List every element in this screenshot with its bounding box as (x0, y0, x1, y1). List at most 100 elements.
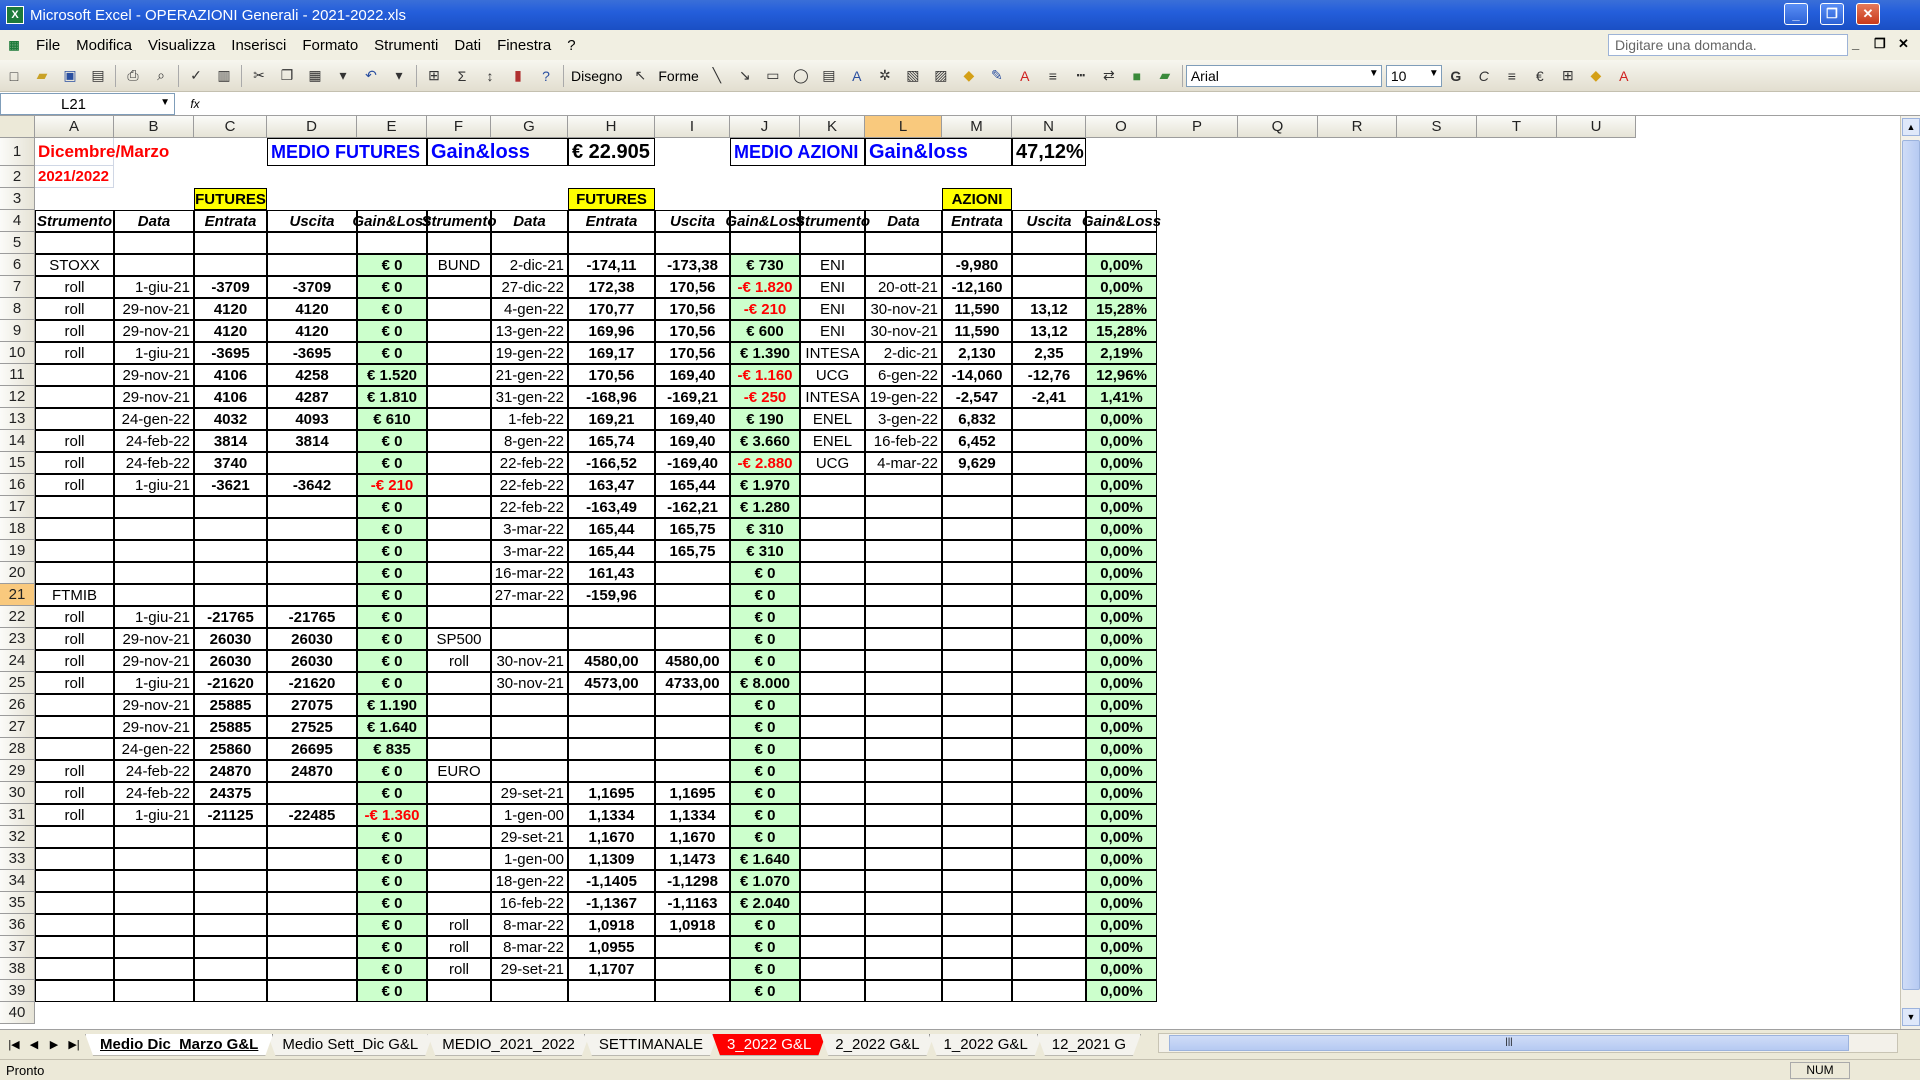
cell-B12[interactable]: 29-nov-21 (114, 386, 194, 408)
vertical-scrollbar[interactable]: ▲ ▼ (1900, 116, 1920, 1029)
cell-D5[interactable] (267, 232, 357, 254)
cell-N36[interactable] (1012, 914, 1086, 936)
font-name-select[interactable]: Arial ▼ (1185, 64, 1382, 87)
cell-L25[interactable] (865, 672, 942, 694)
cell-C8[interactable]: 4120 (194, 298, 267, 320)
cell-I39[interactable] (655, 980, 730, 1002)
cell-C6[interactable] (194, 254, 267, 276)
cell-I37[interactable] (655, 936, 730, 958)
row-header-1[interactable]: 1 (0, 138, 35, 166)
cell-M20[interactable] (942, 562, 1012, 584)
cell-L19[interactable] (865, 540, 942, 562)
column-header-M[interactable]: M (942, 116, 1012, 138)
cell-F34[interactable] (427, 870, 491, 892)
cell-E13[interactable]: € 610 (357, 408, 427, 430)
cell-I21[interactable] (655, 584, 730, 606)
cell-D37[interactable] (267, 936, 357, 958)
cell-F26[interactable] (427, 694, 491, 716)
cell-M27[interactable] (942, 716, 1012, 738)
cell-J30[interactable]: € 0 (730, 782, 800, 804)
cell-A26[interactable] (35, 694, 114, 716)
cell-K10[interactable]: INTESA (800, 342, 865, 364)
draw-menu[interactable]: Disegno (567, 68, 626, 84)
cell-M3[interactable]: AZIONI (942, 188, 1012, 210)
cell-K4[interactable]: Strumento (795, 210, 870, 232)
bold-button[interactable]: G (1444, 64, 1468, 88)
cell-J13[interactable]: € 190 (730, 408, 800, 430)
row-header-40[interactable]: 40 (0, 1002, 35, 1024)
cell-D31[interactable]: -22485 (267, 804, 357, 826)
row-header-9[interactable]: 9 (0, 320, 35, 342)
cell-E28[interactable]: € 835 (357, 738, 427, 760)
cell-C21[interactable] (194, 584, 267, 606)
cell-O25[interactable]: 0,00% (1086, 672, 1157, 694)
cell-D8[interactable]: 4120 (267, 298, 357, 320)
textbox-icon[interactable]: ▤ (817, 64, 841, 88)
cell-B21[interactable] (114, 584, 194, 606)
cell-K29[interactable] (800, 760, 865, 782)
cell-A14[interactable]: roll (35, 430, 114, 452)
cell-M4[interactable]: Entrata (942, 210, 1012, 232)
cell-E30[interactable]: € 0 (357, 782, 427, 804)
cell-B31[interactable]: 1-giu-21 (114, 804, 194, 826)
cell-O35[interactable]: 0,00% (1086, 892, 1157, 914)
cell-H30[interactable]: 1,1695 (568, 782, 655, 804)
cell-K16[interactable] (800, 474, 865, 496)
cell-A13[interactable] (35, 408, 114, 430)
cell-A21[interactable]: FTMIB (35, 584, 114, 606)
row-header-36[interactable]: 36 (0, 914, 35, 936)
cell-J19[interactable]: € 310 (730, 540, 800, 562)
cell-M29[interactable] (942, 760, 1012, 782)
3d-icon[interactable]: ▰ (1153, 64, 1177, 88)
prev-sheet-icon[interactable]: ◀ (24, 1038, 44, 1051)
cell-F39[interactable] (427, 980, 491, 1002)
sheet-tab-2[interactable]: MEDIO_2021_2022 (427, 1034, 590, 1056)
cell-L14[interactable]: 16-feb-22 (865, 430, 942, 452)
cell-K15[interactable]: UCG (800, 452, 865, 474)
arrow-icon[interactable]: ↘ (733, 64, 757, 88)
cell-K31[interactable] (800, 804, 865, 826)
row-header-23[interactable]: 23 (0, 628, 35, 650)
cell-B34[interactable] (114, 870, 194, 892)
cell-L23[interactable] (865, 628, 942, 650)
doc-minimize-button[interactable]: _ (1852, 36, 1859, 51)
cell-J11[interactable]: -€ 1.160 (730, 364, 800, 386)
cell-C37[interactable] (194, 936, 267, 958)
cell-C33[interactable] (194, 848, 267, 870)
clipart-icon[interactable]: ▧ (901, 64, 925, 88)
cell-I34[interactable]: -1,1298 (655, 870, 730, 892)
cell-I11[interactable]: 169,40 (655, 364, 730, 386)
font-color-draw-icon[interactable]: A (1013, 64, 1037, 88)
cell-M15[interactable]: 9,629 (942, 452, 1012, 474)
cell-C22[interactable]: -21765 (194, 606, 267, 628)
cell-L33[interactable] (865, 848, 942, 870)
cell-K27[interactable] (800, 716, 865, 738)
cell-D25[interactable]: -21620 (267, 672, 357, 694)
cell-L6[interactable] (865, 254, 942, 276)
cell-N34[interactable] (1012, 870, 1086, 892)
cell-N9[interactable]: 13,12 (1012, 320, 1086, 342)
cell-H4[interactable]: Entrata (568, 210, 655, 232)
scroll-up-icon[interactable]: ▲ (1902, 118, 1920, 136)
cell-J34[interactable]: € 1.070 (730, 870, 800, 892)
cell-G24[interactable]: 30-nov-21 (491, 650, 568, 672)
cell-K23[interactable] (800, 628, 865, 650)
cell-J10[interactable]: € 1.390 (730, 342, 800, 364)
cell-D15[interactable] (267, 452, 357, 474)
cell-M19[interactable] (942, 540, 1012, 562)
diagram-icon[interactable]: ✲ (873, 64, 897, 88)
cell-K18[interactable] (800, 518, 865, 540)
cell-H13[interactable]: 169,21 (568, 408, 655, 430)
cell-D23[interactable]: 26030 (267, 628, 357, 650)
cell-B38[interactable] (114, 958, 194, 980)
cell-C34[interactable] (194, 870, 267, 892)
cell-K14[interactable]: ENEL (800, 430, 865, 452)
menu-file[interactable]: File (28, 37, 68, 54)
cell-J24[interactable]: € 0 (730, 650, 800, 672)
cell-D26[interactable]: 27075 (267, 694, 357, 716)
cell-B30[interactable]: 24-feb-22 (114, 782, 194, 804)
cell-N1[interactable]: 47,12% (1012, 138, 1086, 166)
row-header-14[interactable]: 14 (0, 430, 35, 452)
cell-I29[interactable] (655, 760, 730, 782)
cell-H38[interactable]: 1,1707 (568, 958, 655, 980)
